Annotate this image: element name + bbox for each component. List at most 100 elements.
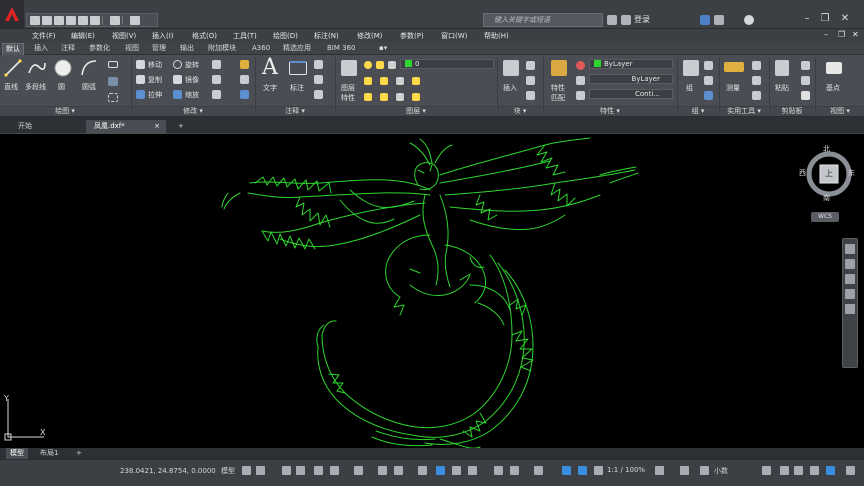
tab-a360[interactable]: A360 bbox=[249, 43, 273, 55]
a360-icon[interactable] bbox=[714, 15, 724, 25]
text-tool-label[interactable]: 文字 bbox=[263, 83, 277, 93]
selection-cycling-icon[interactable] bbox=[452, 466, 461, 475]
menu-window[interactable]: 窗口(W) bbox=[441, 31, 467, 41]
tab-addins[interactable]: 附加模块 bbox=[205, 43, 239, 55]
annotation-scale-dropdown[interactable]: 1:1 / 100% bbox=[607, 466, 645, 474]
autocad-logo-button[interactable] bbox=[0, 0, 24, 28]
new-file-icon[interactable] bbox=[30, 15, 40, 25]
menu-modify[interactable]: 修改(M) bbox=[357, 31, 383, 41]
redo-icon[interactable] bbox=[110, 15, 120, 25]
menubar-close-button[interactable]: ✕ bbox=[852, 30, 859, 39]
circle-tool-label[interactable]: 圆 bbox=[58, 82, 65, 92]
layer-properties-label[interactable]: 图层 bbox=[341, 83, 355, 93]
trim-icon[interactable] bbox=[212, 60, 221, 69]
panel-utilities[interactable]: 实用工具 ▾ bbox=[720, 106, 768, 116]
menubar-restore-button[interactable]: ❐ bbox=[838, 30, 845, 39]
base-view-icon[interactable] bbox=[826, 62, 842, 74]
units-icon[interactable] bbox=[700, 466, 709, 475]
mirror-tool-label[interactable]: 镜像 bbox=[185, 75, 199, 85]
leader-icon[interactable] bbox=[314, 75, 323, 84]
drawing-canvas[interactable] bbox=[0, 135, 864, 449]
arc-tool-label[interactable]: 圆弧 bbox=[82, 82, 96, 92]
tab-featured-apps[interactable]: 精选应用 bbox=[280, 43, 314, 55]
polar-tracking-icon[interactable] bbox=[330, 466, 339, 475]
tab-view[interactable]: 视图 bbox=[122, 43, 142, 55]
copy-clip-icon[interactable] bbox=[801, 76, 810, 85]
panel-modify[interactable]: 修改 ▾ bbox=[132, 106, 254, 116]
auto-scale-icon[interactable] bbox=[578, 466, 587, 475]
group-tool-label[interactable]: 组 bbox=[686, 83, 693, 93]
object-snap-icon[interactable] bbox=[394, 466, 403, 475]
linear-dimension-icon[interactable] bbox=[314, 60, 323, 69]
layout-tab-layout1[interactable]: 布局1 bbox=[36, 448, 62, 459]
add-layout-button[interactable]: + bbox=[72, 448, 86, 459]
viewcube-east-label[interactable]: 东 bbox=[848, 168, 855, 178]
user-icon[interactable] bbox=[621, 15, 631, 25]
insert-block-icon[interactable] bbox=[503, 60, 519, 76]
open-file-icon[interactable] bbox=[42, 15, 52, 25]
lineweight-dropdown[interactable]: ByLayer bbox=[589, 74, 673, 84]
clean-screen-icon[interactable] bbox=[826, 466, 835, 475]
search-input[interactable]: 键入关键字或短语 bbox=[483, 13, 603, 27]
ribbon-options-icon[interactable]: ▪▾ bbox=[376, 43, 390, 55]
measure-tool-label[interactable]: 测量 bbox=[726, 83, 740, 93]
annotation-scale-icon[interactable] bbox=[594, 466, 603, 475]
isolate-objects-icon[interactable] bbox=[794, 466, 803, 475]
explode-icon[interactable] bbox=[240, 75, 249, 84]
linetype-dropdown[interactable]: Conti... bbox=[589, 89, 673, 99]
plot-icon[interactable] bbox=[78, 15, 88, 25]
layer-tool-8-icon[interactable] bbox=[412, 93, 420, 101]
stretch-icon[interactable] bbox=[136, 90, 145, 99]
gizmo-icon[interactable] bbox=[534, 466, 543, 475]
binoculars-icon[interactable] bbox=[607, 15, 617, 25]
navigation-bar[interactable] bbox=[842, 238, 858, 368]
tab-bim360[interactable]: BIM 360 bbox=[324, 43, 359, 55]
workspace-switching-icon[interactable] bbox=[655, 466, 664, 475]
dynamic-input-icon[interactable] bbox=[296, 466, 305, 475]
panel-layers[interactable]: 图层 ▾ bbox=[336, 106, 496, 116]
panel-groups[interactable]: 组 ▾ bbox=[678, 106, 718, 116]
paste-tool-label[interactable]: 粘贴 bbox=[775, 83, 789, 93]
transparency-icon[interactable] bbox=[436, 466, 445, 475]
select-all-icon[interactable] bbox=[752, 76, 761, 85]
menu-view[interactable]: 视图(V) bbox=[112, 31, 136, 41]
rotate-icon[interactable] bbox=[173, 60, 182, 69]
undo-icon[interactable] bbox=[90, 15, 100, 25]
wcs-menu[interactable]: WCS bbox=[811, 212, 839, 222]
ungroup-icon[interactable] bbox=[704, 61, 713, 70]
edit-block-icon[interactable] bbox=[526, 76, 535, 85]
circle-tool-icon[interactable] bbox=[53, 58, 73, 78]
panel-view[interactable]: 视图 ▾ bbox=[816, 106, 864, 116]
panel-draw[interactable]: 绘图 ▾ bbox=[0, 106, 130, 116]
save-as-icon[interactable] bbox=[66, 15, 76, 25]
selection-filter-icon[interactable] bbox=[510, 466, 519, 475]
layer-tool-6-icon[interactable] bbox=[380, 93, 388, 101]
layer-tool-5-icon[interactable] bbox=[364, 93, 372, 101]
lock-ui-icon[interactable] bbox=[780, 466, 789, 475]
match-properties-label-2[interactable]: 匹配 bbox=[551, 93, 565, 103]
close-button[interactable]: ✕ bbox=[838, 12, 852, 26]
zoom-extents-icon[interactable] bbox=[845, 274, 855, 284]
orbit-icon[interactable] bbox=[845, 289, 855, 299]
menu-tools[interactable]: 工具(T) bbox=[233, 31, 257, 41]
rotate-tool-label[interactable]: 旋转 bbox=[185, 60, 199, 70]
boundary-tool-icon[interactable] bbox=[108, 93, 118, 102]
paste-icon[interactable] bbox=[775, 60, 789, 76]
menu-file[interactable]: 文件(F) bbox=[32, 31, 56, 41]
grid-display-icon[interactable] bbox=[242, 466, 251, 475]
erase-icon[interactable] bbox=[240, 60, 249, 69]
layer-properties-icon[interactable] bbox=[341, 60, 357, 76]
block-attribute-icon[interactable] bbox=[526, 91, 535, 100]
line-tool-icon[interactable] bbox=[4, 59, 22, 77]
layer-on-icon[interactable] bbox=[364, 61, 372, 69]
file-tab-phoenix[interactable]: 凤凰.dxf* × bbox=[86, 120, 166, 134]
help-icon[interactable] bbox=[744, 15, 754, 25]
menu-insert[interactable]: 插入(I) bbox=[152, 31, 174, 41]
panel-annotation[interactable]: 注释 ▾ bbox=[256, 106, 334, 116]
layer-properties-label-2[interactable]: 特性 bbox=[341, 93, 355, 103]
infer-constraints-icon[interactable] bbox=[282, 466, 291, 475]
exchange-icon[interactable] bbox=[700, 15, 710, 25]
create-block-icon[interactable] bbox=[526, 61, 535, 70]
arc-tool-icon[interactable] bbox=[80, 59, 98, 77]
tab-manage[interactable]: 管理 bbox=[149, 43, 169, 55]
